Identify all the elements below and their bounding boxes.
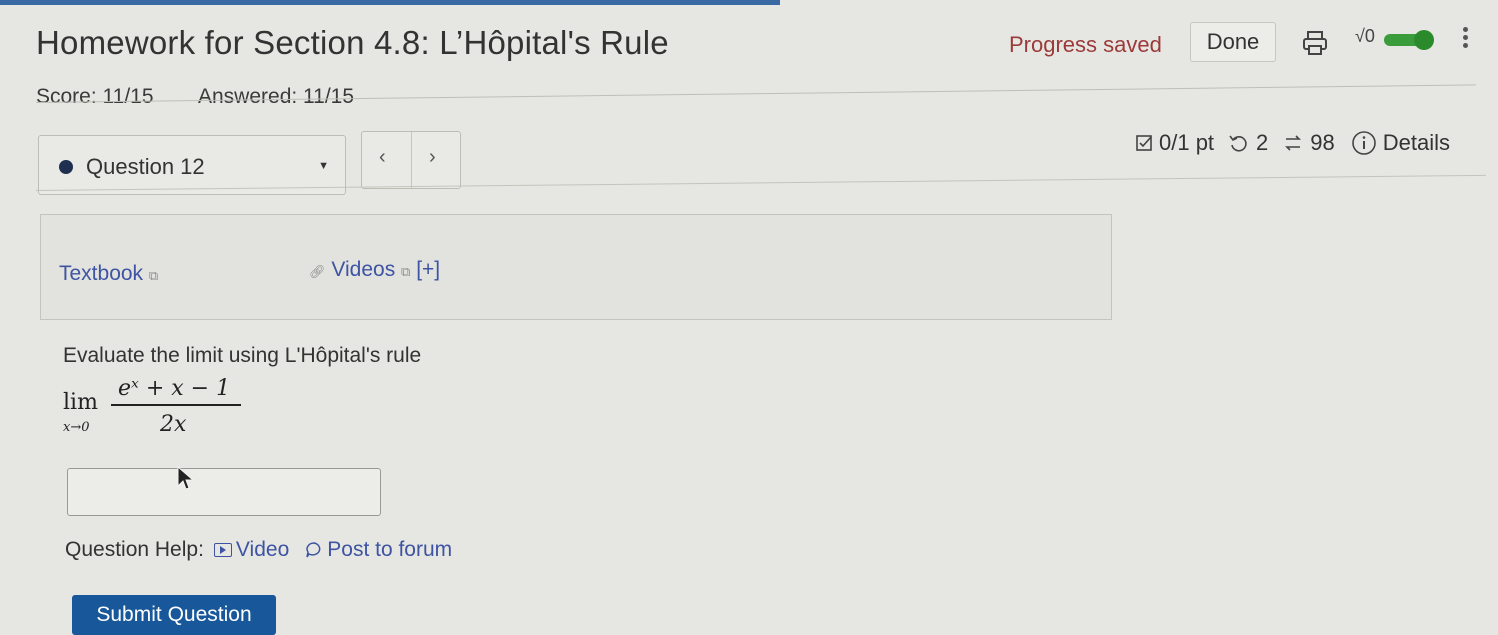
question-status-dot	[59, 160, 73, 174]
denominator: 2x	[160, 412, 187, 437]
videos-label: Videos	[331, 258, 396, 281]
question-select[interactable]: Question 12 ▼	[38, 135, 346, 195]
math-display-toggle[interactable]	[1378, 30, 1438, 50]
lim-subscript: x→0	[63, 420, 90, 435]
print-icon[interactable]	[1300, 28, 1330, 58]
question-select-label: Question 12	[86, 154, 205, 179]
next-question-button[interactable]: ›	[429, 146, 436, 169]
sqrt-icon: √0	[1355, 26, 1375, 46]
post-to-forum-link[interactable]: Post to forum	[305, 538, 452, 562]
post-to-forum-label: Post to forum	[327, 538, 453, 561]
toggle-knob	[1414, 30, 1434, 50]
kebab-menu-icon[interactable]	[1460, 24, 1470, 54]
answered-text: Answered: 11/15	[198, 85, 355, 108]
external-link-icon: ⧉	[148, 268, 159, 283]
retries-count: 2	[1256, 130, 1269, 155]
submit-question-button[interactable]: Submit Question	[72, 595, 276, 635]
attempts-count: 98	[1310, 130, 1335, 155]
help-label: Question Help:	[65, 538, 204, 561]
answer-input[interactable]	[67, 468, 381, 516]
details-link[interactable]: Details	[1383, 130, 1450, 156]
comment-icon	[306, 542, 321, 558]
fraction-bar	[111, 404, 241, 406]
question-help: Question Help: Video Post to forum	[65, 538, 452, 562]
info-icon[interactable]	[1351, 130, 1377, 156]
videos-expand[interactable]: [+]	[416, 258, 440, 281]
retry-icon	[1229, 135, 1247, 152]
attempts-icon	[1285, 135, 1302, 151]
score-text: Score: 11/15	[36, 85, 154, 108]
videos-link[interactable]: 🔗︎ Videos ⧉ [+]	[309, 258, 440, 282]
question-nav-group: ‹ ›	[361, 131, 461, 189]
help-video-link[interactable]: Video	[213, 538, 290, 562]
page-title: Homework for Section 4.8: L’Hôpital's Ru…	[36, 24, 669, 61]
video-icon	[213, 543, 232, 558]
help-video-label: Video	[235, 538, 290, 561]
caret-down-icon: ▼	[318, 160, 329, 172]
cursor-icon	[177, 466, 195, 490]
top-accent-bar	[0, 0, 780, 5]
numerator: eˣ + x − 1	[118, 376, 231, 401]
nav-separator	[411, 132, 412, 188]
resources-panel: Textbook ⧉ 🔗︎ Videos ⧉ [+]	[40, 214, 1112, 320]
textbook-link[interactable]: Textbook ⧉	[59, 262, 158, 286]
progress-status: Progress saved	[1009, 32, 1162, 57]
prev-question-button[interactable]: ‹	[379, 146, 386, 169]
lim-word: lim	[63, 390, 98, 415]
external-link-icon: ⧉	[401, 264, 411, 279]
points-text: 0/1 pt	[1159, 130, 1215, 155]
question-meta: 0/1 pt 2 98 Details	[1135, 130, 1450, 156]
checkbox-icon	[1136, 135, 1152, 151]
link-icon: 🔗︎	[309, 264, 326, 279]
question-prompt: Evaluate the limit using L'Hôpital's rul…	[63, 344, 422, 367]
textbook-label: Textbook	[59, 262, 144, 285]
done-button[interactable]: Done	[1190, 22, 1276, 62]
